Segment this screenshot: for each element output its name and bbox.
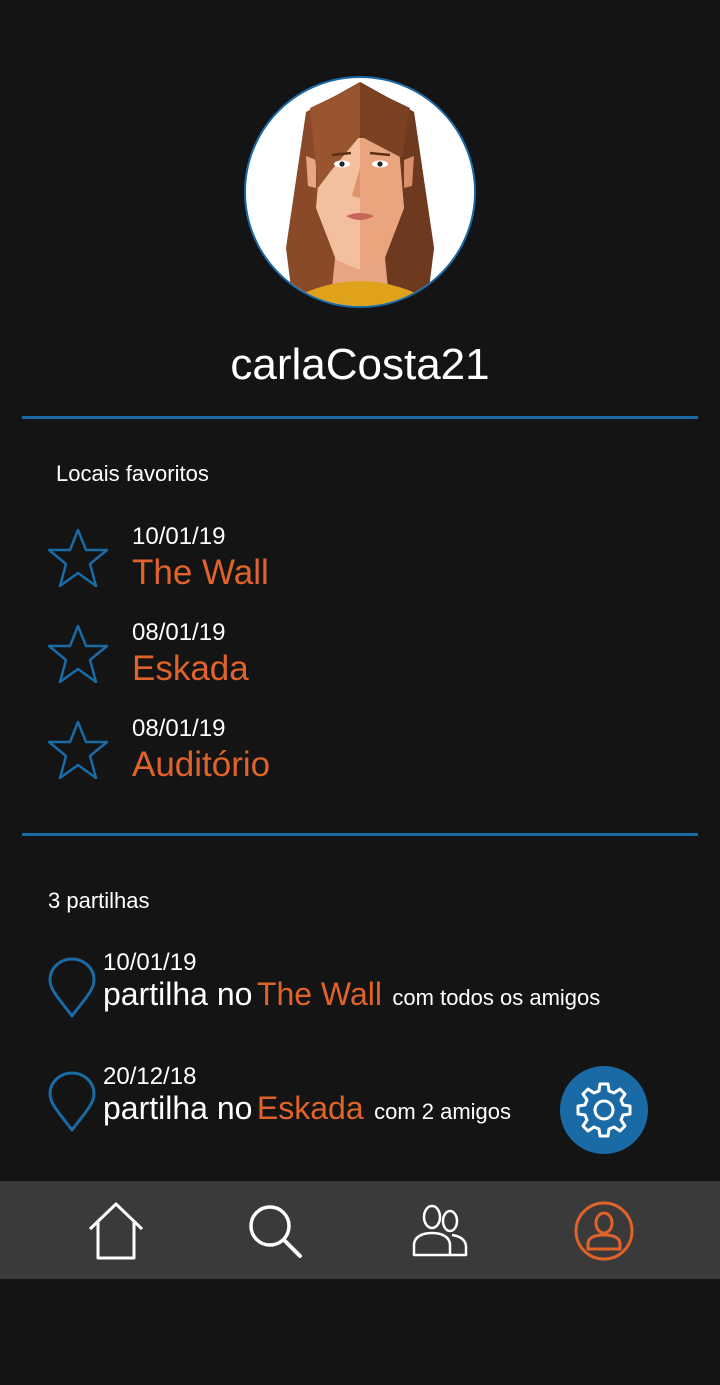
home-icon[interactable] bbox=[84, 1199, 148, 1263]
share-description: partilha no The Wall com todos os amigos bbox=[103, 976, 600, 1013]
favorite-item[interactable]: 08/01/19 Auditório bbox=[0, 715, 720, 798]
favorite-place-link[interactable]: The Wall bbox=[132, 552, 269, 594]
star-icon[interactable] bbox=[46, 526, 110, 590]
gear-icon bbox=[576, 1082, 632, 1138]
star-icon[interactable] bbox=[46, 622, 110, 686]
favorite-place-link[interactable]: Auditório bbox=[132, 744, 270, 786]
section-divider bbox=[22, 416, 698, 419]
section-divider bbox=[22, 833, 698, 836]
favorite-date: 08/01/19 bbox=[132, 619, 226, 646]
profile-icon[interactable] bbox=[572, 1199, 636, 1263]
share-place-link[interactable]: Eskada bbox=[257, 1090, 364, 1126]
friends-icon[interactable] bbox=[408, 1199, 472, 1263]
location-pin-icon bbox=[48, 1071, 96, 1132]
avatar-illustration bbox=[286, 82, 434, 306]
share-item[interactable]: 10/01/19 partilha no The Wall com todos … bbox=[0, 949, 720, 1046]
favorite-date: 08/01/19 bbox=[132, 715, 226, 742]
share-date: 10/01/19 bbox=[103, 949, 197, 976]
favorite-item[interactable]: 10/01/19 The Wall bbox=[0, 523, 720, 606]
search-icon[interactable] bbox=[243, 1199, 307, 1263]
favorite-place-link[interactable]: Eskada bbox=[132, 648, 249, 690]
favorite-date: 10/01/19 bbox=[132, 523, 226, 550]
share-place-link[interactable]: The Wall bbox=[257, 976, 382, 1012]
favorite-item[interactable]: 08/01/19 Eskada bbox=[0, 619, 720, 702]
share-description: partilha no Eskada com 2 amigos bbox=[103, 1090, 511, 1127]
share-prefix: partilha no bbox=[103, 976, 253, 1012]
star-icon[interactable] bbox=[46, 718, 110, 782]
settings-button[interactable] bbox=[560, 1066, 648, 1154]
bottom-navbar bbox=[0, 1181, 720, 1279]
share-prefix: partilha no bbox=[103, 1090, 253, 1126]
share-date: 20/12/18 bbox=[103, 1063, 197, 1090]
username: carlaCosta21 bbox=[230, 340, 490, 389]
share-audience: com todos os amigos bbox=[392, 985, 601, 1010]
profile-avatar[interactable] bbox=[244, 76, 476, 308]
favorites-title: Locais favoritos bbox=[56, 461, 209, 486]
shares-title: 3 partilhas bbox=[48, 888, 150, 913]
share-audience: com 2 amigos bbox=[374, 1099, 512, 1124]
location-pin-icon bbox=[48, 957, 96, 1018]
